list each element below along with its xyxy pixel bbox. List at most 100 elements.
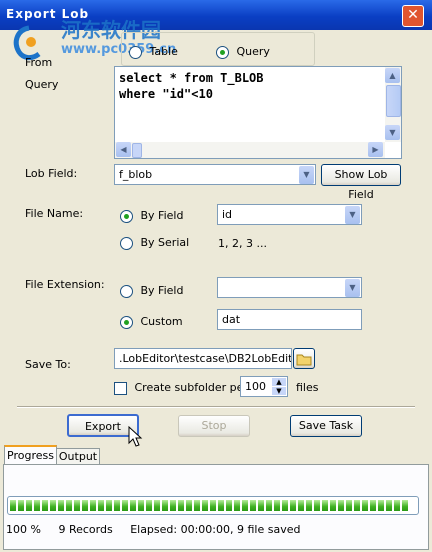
radio-icon <box>120 315 133 329</box>
save-task-button[interactable]: Save Task <box>290 415 362 437</box>
files-unit-label: files <box>296 381 319 394</box>
file-name-by-serial-radio[interactable]: By Serial <box>120 236 189 250</box>
stop-button[interactable]: Stop <box>178 415 250 437</box>
tab-progress[interactable]: Progress <box>4 445 57 465</box>
create-subfolder-checkbox[interactable]: Create subfolder per <box>114 381 248 395</box>
records-count: 9 Records <box>58 523 113 536</box>
progress-segment <box>10 500 16 511</box>
browse-folder-button[interactable] <box>293 348 315 369</box>
progress-segment <box>202 500 208 511</box>
progress-segment <box>210 500 216 511</box>
progress-segment <box>370 500 376 511</box>
progress-segment <box>66 500 72 511</box>
progress-segment <box>26 500 32 511</box>
progress-segment <box>258 500 264 511</box>
progress-segment <box>314 500 320 511</box>
hscroll-thumb[interactable] <box>132 143 142 158</box>
progress-segment <box>106 500 112 511</box>
checkbox-icon <box>114 381 127 395</box>
progress-fill <box>8 497 414 514</box>
progress-segment <box>378 500 384 511</box>
scroll-up-icon[interactable]: ▲ <box>385 68 400 83</box>
progress-segment <box>122 500 128 511</box>
progress-segment <box>290 500 296 511</box>
save-to-path-input[interactable]: .LobEditor\testcase\DB2LobEditor\f <box>114 348 292 369</box>
progress-segment <box>322 500 328 511</box>
scroll-down-icon[interactable]: ▼ <box>385 125 400 140</box>
chevron-down-icon: ▼ <box>345 279 360 297</box>
close-button[interactable]: ✕ <box>402 5 424 27</box>
show-lob-field-button[interactable]: Show Lob Field <box>321 164 401 201</box>
progress-segment <box>218 500 224 511</box>
scroll-left-icon[interactable]: ◀ <box>116 142 131 157</box>
file-name-field-select[interactable]: id ▼ <box>217 204 362 225</box>
elapsed-status: Elapsed: 00:00:00, 9 file saved <box>130 523 301 536</box>
file-ext-field-select[interactable]: ▼ <box>217 277 362 298</box>
query-label: Query <box>25 78 59 91</box>
progress-segment <box>306 500 312 511</box>
file-name-by-field-radio[interactable]: By Field <box>120 209 183 223</box>
dialog-body: 河东软件园 www.pc0359.cn From Table Query Que… <box>3 18 429 550</box>
progress-segment <box>266 500 272 511</box>
progress-segment <box>250 500 256 511</box>
file-ext-custom-radio[interactable]: Custom <box>120 315 183 329</box>
query-vscrollbar[interactable]: ▲ ▼ <box>385 67 401 142</box>
subfolder-count-spinner[interactable]: 100 ▲ ▼ <box>240 376 288 397</box>
progress-segment <box>90 500 96 511</box>
folder-icon <box>296 354 312 366</box>
lob-field-select[interactable]: f_blob ▼ <box>114 164 316 185</box>
custom-extension-input[interactable]: dat <box>217 309 362 330</box>
progress-bar <box>7 496 419 515</box>
save-to-label: Save To: <box>25 358 71 371</box>
from-label: From <box>25 56 53 69</box>
progress-segment <box>362 500 368 511</box>
chevron-down-icon: ▼ <box>299 166 314 184</box>
progress-segment <box>194 500 200 511</box>
progress-segment <box>178 500 184 511</box>
progress-segment <box>234 500 240 511</box>
serial-example: 1, 2, 3 ... <box>218 237 267 250</box>
tab-panel: Progress Output 100 % 9 Records Elapsed:… <box>3 444 429 550</box>
progress-segment <box>298 500 304 511</box>
progress-segment <box>138 500 144 511</box>
radio-icon <box>120 284 133 298</box>
progress-segment <box>50 500 56 511</box>
progress-segment <box>346 500 352 511</box>
file-name-label: File Name: <box>25 207 84 220</box>
progress-segment <box>186 500 192 511</box>
progress-segment <box>58 500 64 511</box>
spin-down-icon[interactable]: ▼ <box>272 387 286 395</box>
progress-percent: 100 % <box>6 523 41 536</box>
progress-segment <box>130 500 136 511</box>
query-hscrollbar[interactable]: ◀ ▶ <box>115 142 385 158</box>
progress-segment <box>74 500 80 511</box>
progress-segment <box>338 500 344 511</box>
tab-output[interactable]: Output <box>56 448 100 464</box>
progress-tab-content: 100 % 9 Records Elapsed: 00:00:00, 9 fil… <box>3 464 429 550</box>
progress-segment <box>18 500 24 511</box>
from-query-radio[interactable]: Query <box>216 45 270 59</box>
progress-segment <box>394 500 400 511</box>
progress-segment <box>34 500 40 511</box>
progress-segment <box>282 500 288 511</box>
file-ext-by-field-radio[interactable]: By Field <box>120 284 183 298</box>
file-extension-label: File Extension: <box>25 278 105 291</box>
progress-segment <box>42 500 48 511</box>
progress-segment <box>242 500 248 511</box>
progress-segment <box>330 500 336 511</box>
query-editor[interactable]: select * from T_BLOB where "id"<10 ▲ ▼ ◀… <box>114 66 402 159</box>
progress-segment <box>386 500 392 511</box>
progress-segment <box>154 500 160 511</box>
separator <box>17 406 415 408</box>
scroll-right-icon[interactable]: ▶ <box>368 142 383 157</box>
radio-icon <box>120 209 133 223</box>
from-table-radio[interactable]: Table <box>129 45 178 59</box>
radio-icon <box>216 45 229 59</box>
progress-segment <box>162 500 168 511</box>
progress-segment <box>402 500 408 511</box>
scroll-thumb[interactable] <box>386 85 401 117</box>
spin-up-icon[interactable]: ▲ <box>272 378 286 386</box>
progress-segment <box>98 500 104 511</box>
progress-segment <box>114 500 120 511</box>
progress-segment <box>226 500 232 511</box>
